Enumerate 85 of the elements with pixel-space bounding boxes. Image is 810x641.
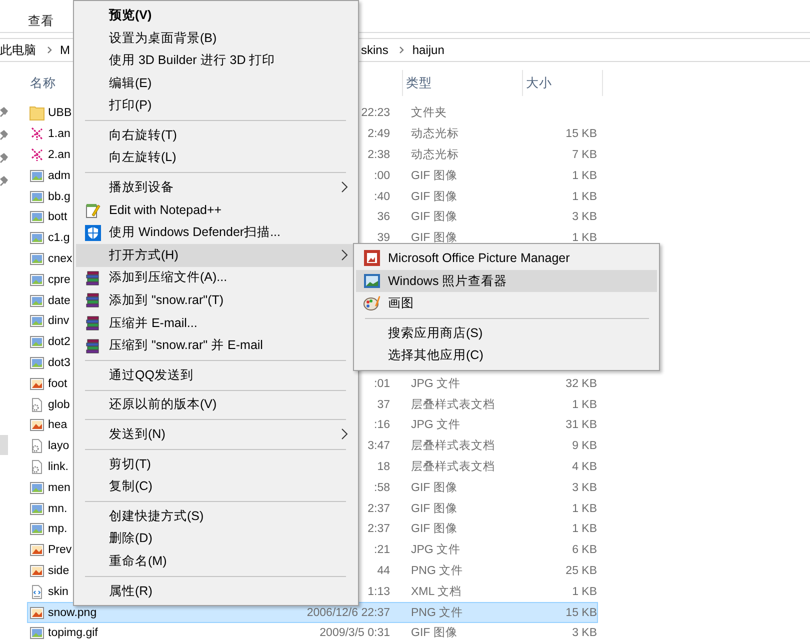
file-size: 1 KB	[572, 190, 597, 203]
file-type: JPG 文件	[411, 544, 461, 556]
file-size: 3 KB	[572, 627, 597, 640]
file-size: 1 KB	[572, 502, 597, 515]
file-type: GIF 图像	[411, 482, 458, 494]
file-name: men	[48, 482, 70, 494]
file-date: :16	[374, 419, 390, 432]
file-size: 9 KB	[572, 440, 597, 452]
file-date: 3:47	[368, 440, 390, 452]
file-type: 动态光标	[411, 148, 459, 161]
file-name: c1.g	[48, 232, 70, 244]
file-name: topimg.gif	[48, 627, 98, 640]
file-date: :21	[374, 544, 390, 556]
file-size: 1 KB	[572, 586, 597, 598]
file-date: 2:49	[368, 128, 390, 140]
file-name: mn.	[48, 502, 68, 515]
file-name: adm	[48, 170, 70, 182]
file-name: dot3	[48, 356, 70, 369]
file-name: dot2	[48, 336, 70, 348]
file-size: 6 KB	[572, 544, 597, 556]
file-name: skin	[48, 586, 68, 598]
file-size: 7 KB	[572, 148, 597, 161]
file-name: mp.	[48, 523, 68, 536]
file-type: GIF 图像	[411, 211, 458, 224]
file-type: PNG 文件	[411, 606, 464, 619]
file-type: 层叠样式表文档	[411, 398, 495, 411]
file-date: 2006/12/6 22:37	[306, 606, 390, 619]
file-type: GIF 图像	[411, 190, 458, 203]
file-type: GIF 图像	[411, 502, 458, 515]
file-size: 1 KB	[572, 523, 597, 536]
file-name: side	[48, 564, 70, 577]
file-name: bb.g	[48, 190, 70, 203]
file-type: 层叠样式表文档	[411, 460, 495, 473]
file-name: link.	[48, 460, 68, 473]
file-name: snow.png	[48, 606, 97, 619]
file-name: 1.an	[48, 128, 70, 140]
file-date: 18	[377, 460, 390, 473]
file-type: GIF 图像	[411, 627, 458, 640]
file-size: 1 KB	[572, 398, 597, 411]
file-name: cnex	[48, 252, 72, 265]
file-name: hea	[48, 419, 68, 432]
file-type: GIF 图像	[411, 232, 458, 244]
file-date: 2:38	[368, 148, 390, 161]
file-date: :58	[374, 482, 390, 494]
file-date: 44	[377, 564, 390, 577]
file-type: GIF 图像	[411, 523, 458, 536]
file-type: JPG 文件	[411, 419, 461, 432]
file-name: Prev	[48, 544, 72, 556]
file-date: 1:13	[368, 586, 390, 598]
file-size: 25 KB	[566, 564, 597, 577]
file-name: glob	[48, 398, 70, 411]
file-size: 3 KB	[572, 482, 597, 494]
file-date: 39	[377, 232, 390, 244]
file-type: XML 文档	[411, 586, 462, 598]
file-name: UBB	[48, 107, 72, 120]
file-name: date	[48, 294, 70, 307]
file-date: 2009/3/5 0:31	[320, 627, 390, 640]
file-size: 15 KB	[566, 606, 597, 619]
file-size: 3 KB	[572, 211, 597, 224]
file-date: 22:23	[361, 107, 390, 120]
file-size: 32 KB	[566, 378, 597, 390]
file-type: GIF 图像	[411, 170, 458, 182]
file-name: 2.an	[48, 148, 70, 161]
file-date: 2:37	[368, 502, 390, 515]
file-type: 层叠样式表文档	[411, 440, 495, 452]
file-name: foot	[48, 378, 68, 390]
file-type: 文件夹	[411, 107, 447, 120]
file-date: :01	[374, 378, 390, 390]
file-size: 1 KB	[572, 170, 597, 182]
file-size: 31 KB	[566, 419, 597, 432]
file-date: 2:37	[368, 523, 390, 536]
file-date: 37	[377, 398, 390, 411]
file-date: :00	[374, 170, 390, 182]
file-size: 1 KB	[572, 232, 597, 244]
file-name: dinv	[48, 315, 70, 328]
file-size: 15 KB	[566, 128, 597, 140]
file-name: cpre	[48, 274, 70, 286]
file-type: JPG 文件	[411, 378, 461, 390]
file-date: 36	[377, 211, 390, 224]
file-size: 4 KB	[572, 460, 597, 473]
file-type: PNG 文件	[411, 564, 464, 577]
file-date: :40	[374, 190, 390, 203]
file-type: 动态光标	[411, 128, 459, 140]
file-name: layo	[48, 440, 70, 452]
file-name: bott	[48, 211, 68, 224]
